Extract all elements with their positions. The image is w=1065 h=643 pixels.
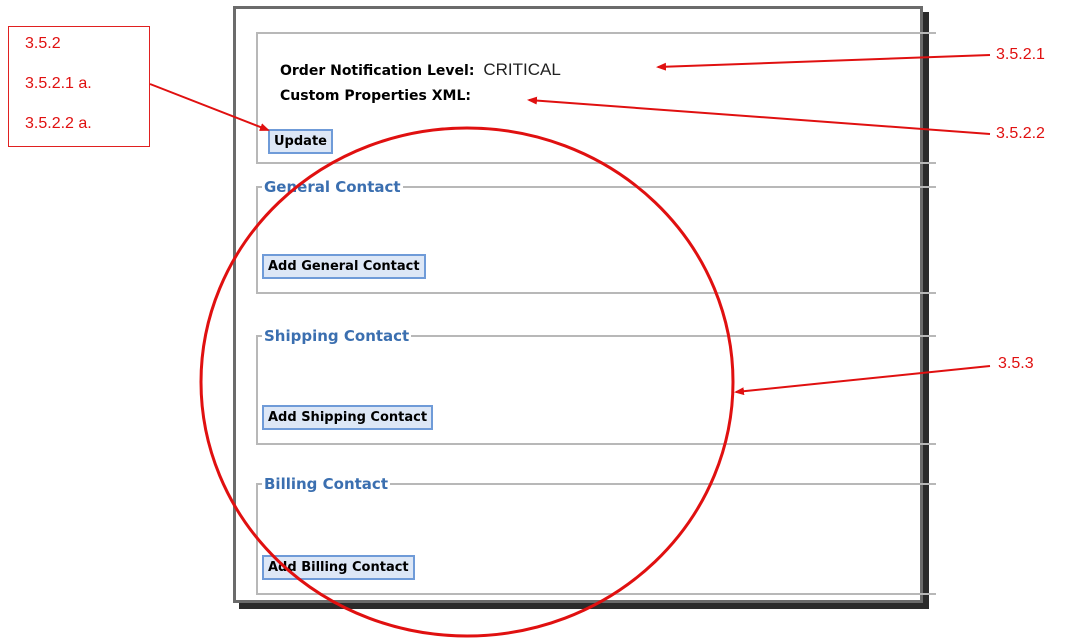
notification-level-label: Order Notification Level: xyxy=(280,63,475,79)
annotation-ref-contacts: 3.5.3 xyxy=(998,355,1034,372)
billing-contact-section: Billing Contact Add Billing Contact xyxy=(256,475,936,595)
add-shipping-contact-button[interactable]: Add Shipping Contact xyxy=(262,405,434,430)
annotation-ref-level: 3.5.2.1 xyxy=(996,46,1045,63)
general-contact-section: General Contact Add General Contact xyxy=(256,178,936,294)
general-contact-legend: General Contact xyxy=(264,178,401,196)
add-general-contact-button[interactable]: Add General Contact xyxy=(262,254,426,279)
shipping-contact-section: Shipping Contact Add Shipping Contact xyxy=(256,327,936,445)
annotation-box-line: 3.5.2.1 a. xyxy=(25,75,92,92)
shipping-contact-legend: Shipping Contact xyxy=(264,327,410,345)
annotation-box-line: 3.5.2 xyxy=(25,35,61,52)
notification-level-value: CRITICAL xyxy=(483,60,561,79)
screenshot-window: Order Notification Level: CRITICAL Custo… xyxy=(233,6,936,603)
update-button[interactable]: Update xyxy=(268,129,333,154)
annotation-ref-xml: 3.5.2.2 xyxy=(996,125,1045,142)
notification-panel: Order Notification Level: CRITICAL Custo… xyxy=(256,32,936,164)
custom-properties-xml-label: Custom Properties XML: xyxy=(280,88,471,104)
add-billing-contact-button[interactable]: Add Billing Contact xyxy=(262,555,415,580)
annotation-box-line: 3.5.2.2 a. xyxy=(25,115,92,132)
billing-contact-legend: Billing Contact xyxy=(264,475,388,493)
annotation-box: 3.5.2 3.5.2.1 a. 3.5.2.2 a. xyxy=(8,26,150,147)
notification-level-row: Order Notification Level: CRITICAL xyxy=(280,60,561,80)
